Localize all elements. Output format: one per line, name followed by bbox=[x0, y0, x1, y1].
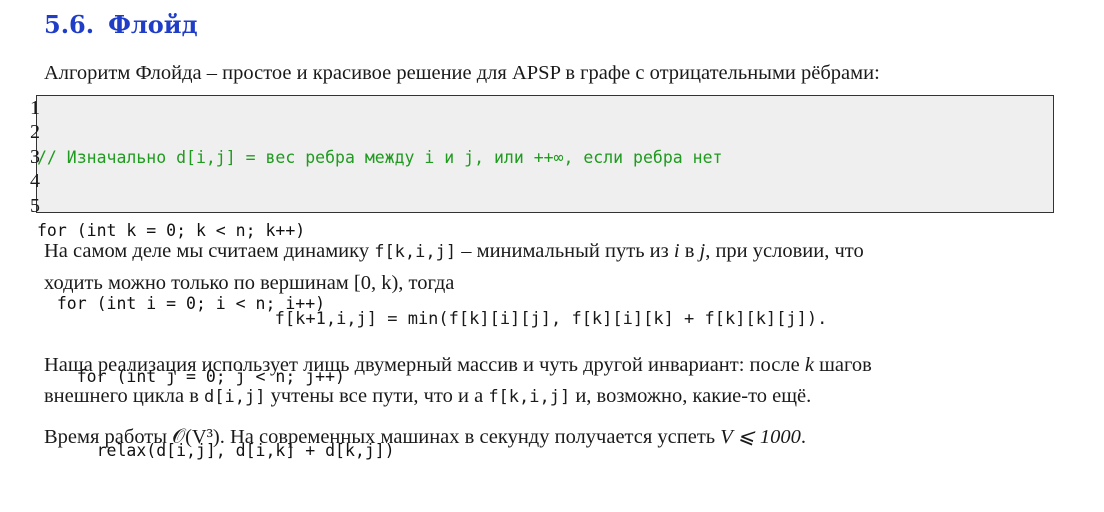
inline-code: d[i,j] bbox=[204, 387, 266, 407]
text-span: Наша реализация использует лишь двумерны… bbox=[44, 354, 805, 376]
complexity-paragraph: Время работы 𝒪(V³). На современных машин… bbox=[44, 422, 806, 453]
text-span: . bbox=[800, 426, 806, 448]
section-number: 5.6. bbox=[44, 10, 95, 39]
inline-code: f[k,i,j] bbox=[488, 387, 571, 407]
line-numbers: 1 2 3 4 5 bbox=[14, 95, 40, 218]
text-span: в bbox=[679, 240, 700, 262]
text-span: учтены все пути, что и а bbox=[265, 385, 489, 407]
line-number: 2 bbox=[30, 121, 40, 144]
dynamics-paragraph: На самом деле мы считаем динамику f[k,i,… bbox=[44, 236, 864, 299]
implementation-paragraph: Наша реализация использует лишь двумерны… bbox=[44, 350, 872, 413]
math-var: k bbox=[804, 354, 814, 376]
line-number: 4 bbox=[30, 170, 40, 193]
limit-math: V ⩽ 1000 bbox=[720, 426, 801, 448]
complexity-math: 𝒪(V³) bbox=[172, 426, 220, 448]
code-box: // Изначально d[i,j] = вес ребра между i… bbox=[36, 95, 1054, 460]
text-span: . На современных машинах в секунду получ… bbox=[219, 426, 721, 448]
code-line-1: // Изначально d[i,j] = вес ребра между i… bbox=[37, 147, 723, 167]
line-number: 3 bbox=[30, 145, 40, 168]
line-number: 5 bbox=[30, 194, 40, 217]
text-span: Время работы bbox=[44, 426, 173, 448]
recurrence-formula: f[k+1,i,j] = min(f[k][i][j], f[k][i][k] … bbox=[274, 309, 828, 329]
text-span: внешнего цикла в bbox=[44, 385, 205, 407]
text-span: и, возможно, какие-то ещё. bbox=[570, 385, 812, 407]
text-span: ходить можно только по вершинам [0, k), … bbox=[44, 272, 455, 294]
section-heading: 5.6. Флойд bbox=[44, 10, 198, 39]
intro-paragraph: Алгоритм Флойда – простое и красивое реш… bbox=[44, 62, 880, 84]
text-span: шагов bbox=[813, 354, 872, 376]
inline-code: f[k,i,j] bbox=[374, 242, 457, 262]
text-span: , при условии, что bbox=[705, 240, 864, 262]
line-number: 1 bbox=[30, 97, 40, 119]
text-span: На самом деле мы считаем динамику bbox=[44, 240, 375, 262]
code-listing: // Изначально d[i,j] = вес ребра между i… bbox=[30, 95, 1056, 460]
section-title: Флойд bbox=[108, 10, 198, 39]
text-span: – минимальный путь из bbox=[456, 240, 674, 262]
